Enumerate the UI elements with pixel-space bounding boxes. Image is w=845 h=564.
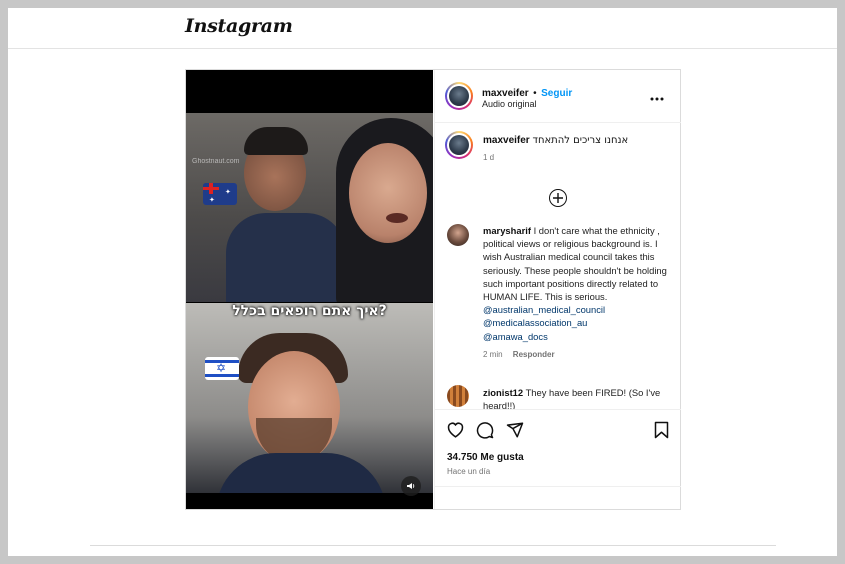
post-card: Ghostnaut.com ✦ ✦ איך אתם רופאים בכלל? ✡ [185,69,681,510]
post-timestamp[interactable]: Hace un día [447,467,490,476]
caption-age: 1 d [483,153,495,162]
commenter-avatar[interactable] [447,385,469,407]
speaker-icon[interactable] [401,476,421,496]
comment-text: I don't care what the ethnicity , politi… [483,225,667,303]
caption-username[interactable]: maxveifer [483,135,530,146]
commenter-avatar[interactable] [447,224,469,246]
man-shirt [226,213,346,302]
browser-viewport: Instagram Ghostnaut.com ✦ ✦ איך אתם רופא… [8,8,837,556]
like-count[interactable]: 34.750 Me gusta [447,452,524,463]
follow-button[interactable]: Seguir [541,88,572,99]
bookmark-icon[interactable] [654,421,669,444]
comment-item: marysharif I don't care what the ethnici… [483,224,671,361]
video-top-panel: Ghostnaut.com [186,113,433,302]
reply-button[interactable]: Responder [513,350,555,359]
mention-link[interactable]: @medicalassociation_au [483,316,671,329]
comments-section[interactable]: maxveifer אנחנו צריכים להתאחד 1 d marysh… [435,123,681,409]
woman-face [349,143,427,243]
page-footer-divider [90,545,776,546]
caption-text: אנחנו צריכים להתאחד [532,135,629,146]
audio-label[interactable]: Audio original [482,99,537,109]
author-avatar[interactable] [445,82,473,110]
video-bottom-panel [186,303,433,493]
video-watermark: Ghostnaut.com [192,158,240,165]
young-man-hoodie [216,453,386,493]
author-username[interactable]: maxveifer [482,88,529,99]
comment-input-bar [435,486,681,510]
woman-mouth [386,213,408,223]
comment-username[interactable]: zionist12 [483,387,523,398]
mention-link[interactable]: @amawa_docs [483,330,671,343]
mention-link[interactable]: @australian_medical_council [483,303,671,316]
comment-icon[interactable] [476,421,494,444]
instagram-logo[interactable]: Instagram [185,15,293,37]
australia-flag-icon: ✦ ✦ [203,183,237,205]
separator-dot: • [533,88,537,99]
comment-item: zionist12 They have been FIRED! (So I've… [483,386,671,409]
more-options-icon[interactable] [650,88,664,104]
post-sidebar: maxveifer • Seguir Audio original maxvei… [434,70,681,509]
load-more-comments-icon[interactable] [549,189,567,207]
israel-flag-icon: ✡ [205,357,239,380]
top-navigation-bar: Instagram [8,8,837,49]
post-header: maxveifer • Seguir Audio original [435,70,681,123]
heart-icon[interactable] [446,421,465,443]
post-actions-bar [435,409,681,450]
video-overlay-text: איך אתם רופאים בכלל? [232,303,387,319]
man-hair [244,127,308,155]
comment-age: 2 min [483,349,503,359]
video-letterbox [186,493,433,509]
comment-username[interactable]: marysharif [483,225,531,236]
post-video[interactable]: Ghostnaut.com ✦ ✦ איך אתם רופאים בכלל? ✡ [186,70,433,509]
share-icon[interactable] [506,421,524,444]
caption-avatar[interactable] [445,131,473,159]
